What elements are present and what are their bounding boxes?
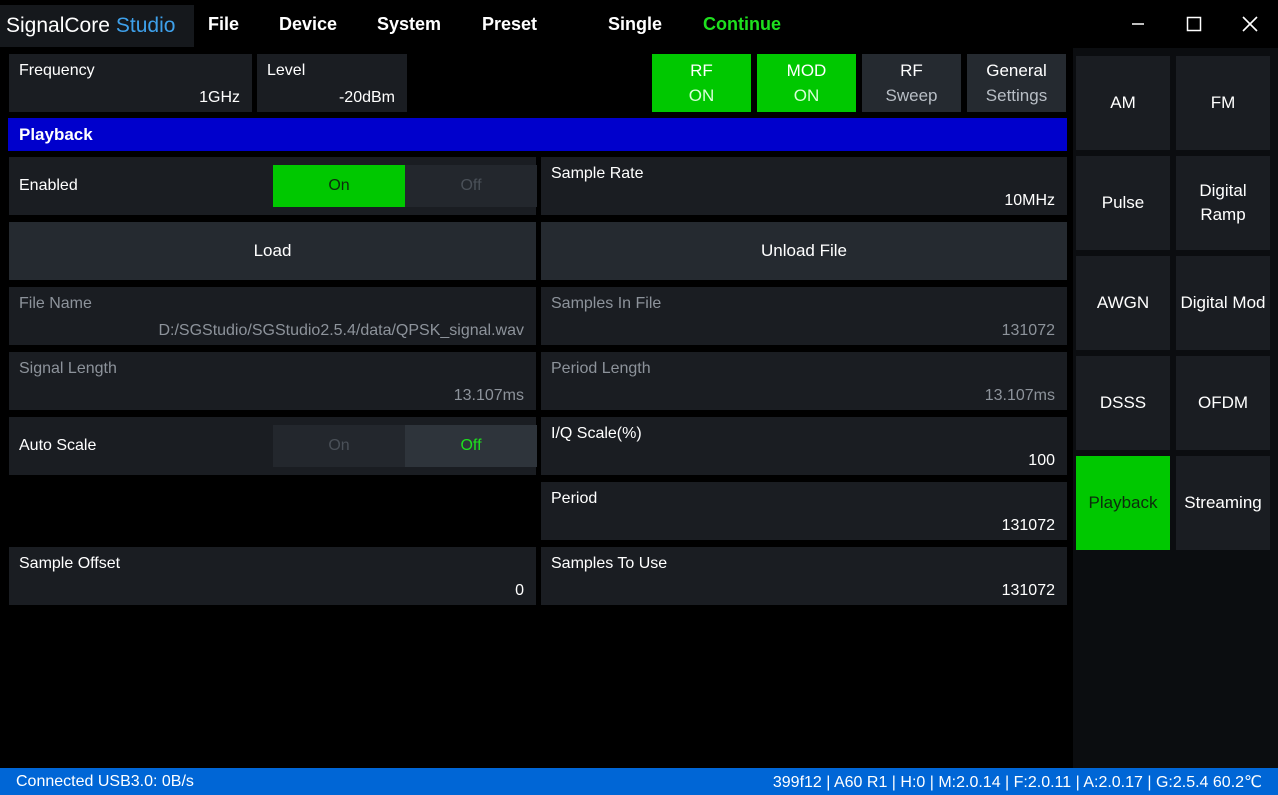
- menu-system[interactable]: System: [377, 0, 441, 48]
- period-length-value: 13.107ms: [984, 387, 1055, 404]
- section-title: Playback: [19, 124, 93, 144]
- frequency-field[interactable]: Frequency 1GHz: [9, 54, 252, 112]
- mod-on-line1: MOD: [786, 61, 827, 80]
- frequency-label: Frequency: [19, 62, 95, 79]
- iq-scale-field[interactable]: I/Q Scale(%) 100: [541, 417, 1067, 475]
- maximize-button[interactable]: [1166, 0, 1222, 48]
- sample-rate-label: Sample Rate: [551, 165, 644, 182]
- maximize-icon: [1186, 16, 1202, 32]
- enabled-row: Enabled On Off: [9, 157, 537, 215]
- sidebar-item-am[interactable]: AM: [1076, 56, 1170, 150]
- app-logo: SignalCore Studio: [0, 5, 194, 47]
- file-name-label: File Name: [19, 295, 92, 312]
- file-name-value: D:/SGStudio/SGStudio2.5.4/data/QPSK_sign…: [158, 322, 524, 339]
- auto-scale-row: Auto Scale On Off: [9, 417, 537, 475]
- sidebar-item-playback[interactable]: Playback: [1076, 456, 1170, 550]
- enabled-off-toggle[interactable]: Off: [405, 165, 537, 207]
- period-field[interactable]: Period 131072: [541, 482, 1067, 540]
- sidebar-item-digital-mod[interactable]: Digital Mod: [1176, 256, 1270, 350]
- sidebar-item-awgn[interactable]: AWGN: [1076, 256, 1170, 350]
- close-icon: [1242, 16, 1258, 32]
- sample-rate-value: 10MHz: [1004, 192, 1055, 209]
- menu-device[interactable]: Device: [279, 0, 337, 48]
- menu-file[interactable]: File: [208, 0, 239, 48]
- enabled-label: Enabled: [19, 177, 78, 194]
- period-length-label: Period Length: [551, 360, 651, 377]
- app-name: SignalCore: [6, 14, 110, 37]
- unload-file-button[interactable]: Unload File: [541, 222, 1067, 280]
- samples-in-file-label: Samples In File: [551, 295, 662, 312]
- auto-scale-off-toggle[interactable]: Off: [405, 425, 537, 467]
- sample-offset-value: 0: [515, 582, 524, 599]
- rf-on-button[interactable]: RF ON: [652, 54, 751, 112]
- auto-scale-label: Auto Scale: [19, 437, 97, 454]
- app-name-accent: Studio: [115, 14, 176, 37]
- iq-scale-value: 100: [1028, 452, 1055, 469]
- sidebar-item-streaming[interactable]: Streaming: [1176, 456, 1270, 550]
- samples-to-use-field[interactable]: Samples To Use 131072: [541, 547, 1067, 605]
- sidebar-item-pulse[interactable]: Pulse: [1076, 156, 1170, 250]
- level-field[interactable]: Level -20dBm: [257, 54, 407, 112]
- period-value: 131072: [1001, 517, 1055, 534]
- rf-sweep-line2: Sweep: [885, 86, 938, 105]
- rf-on-line2: ON: [688, 86, 715, 105]
- minimize-icon: [1132, 23, 1144, 25]
- samples-in-file-value: 131072: [1001, 322, 1055, 339]
- auto-scale-on-toggle[interactable]: On: [273, 425, 405, 467]
- title-bar: SignalCore Studio File Device System Pres…: [0, 0, 1278, 48]
- minimize-button[interactable]: [1110, 0, 1166, 48]
- mod-on-button[interactable]: MOD ON: [757, 54, 856, 112]
- status-bar: Connected USB3.0: 0B/s 399f12 | A60 R1 |…: [0, 768, 1278, 795]
- sidebar-item-digital-ramp[interactable]: Digital Ramp: [1176, 156, 1270, 250]
- sample-offset-label: Sample Offset: [19, 555, 121, 572]
- mod-on-line2: ON: [793, 86, 820, 105]
- mode-continue[interactable]: Continue: [703, 0, 781, 48]
- period-length-field: Period Length 13.107ms: [541, 352, 1067, 410]
- sample-offset-field[interactable]: Sample Offset 0: [9, 547, 536, 605]
- sidebar-item-fm[interactable]: FM: [1176, 56, 1270, 150]
- frequency-value: 1GHz: [199, 89, 240, 106]
- rf-sweep-button[interactable]: RF Sweep: [862, 54, 961, 112]
- file-name-field: File Name D:/SGStudio/SGStudio2.5.4/data…: [9, 287, 536, 345]
- load-button[interactable]: Load: [9, 222, 536, 280]
- samples-to-use-label: Samples To Use: [551, 555, 668, 572]
- rf-sweep-line1: RF: [900, 61, 923, 80]
- period-label: Period: [551, 490, 598, 507]
- signal-length-label: Signal Length: [19, 360, 117, 377]
- samples-to-use-value: 131072: [1001, 582, 1055, 599]
- menu-preset[interactable]: Preset: [482, 0, 537, 48]
- signal-length-value: 13.107ms: [453, 387, 524, 404]
- sidebar-item-dsss[interactable]: DSSS: [1076, 356, 1170, 450]
- enabled-on-toggle[interactable]: On: [273, 165, 405, 207]
- samples-in-file-field: Samples In File 131072: [541, 287, 1067, 345]
- sample-rate-field[interactable]: Sample Rate 10MHz: [541, 157, 1067, 215]
- mode-single[interactable]: Single: [608, 0, 662, 48]
- iq-scale-label: I/Q Scale(%): [551, 425, 642, 442]
- section-header: Playback: [8, 118, 1067, 151]
- general-settings-button[interactable]: General Settings: [967, 54, 1066, 112]
- device-info: 399f12 | A60 R1 | H:0 | M:2.0.14 | F:2.0…: [772, 773, 1262, 791]
- level-value: -20dBm: [338, 89, 395, 106]
- level-label: Level: [267, 62, 306, 79]
- connection-status: Connected USB3.0: 0B/s: [16, 772, 194, 790]
- signal-length-field: Signal Length 13.107ms: [9, 352, 536, 410]
- rf-on-line1: RF: [690, 61, 713, 80]
- general-settings-line1: General: [986, 61, 1047, 80]
- modulation-sidebar: AM FM Pulse Digital Ramp AWGN Digital Mo…: [1073, 48, 1278, 768]
- sidebar-item-ofdm[interactable]: OFDM: [1176, 356, 1270, 450]
- close-button[interactable]: [1222, 0, 1278, 48]
- general-settings-line2: Settings: [985, 86, 1048, 105]
